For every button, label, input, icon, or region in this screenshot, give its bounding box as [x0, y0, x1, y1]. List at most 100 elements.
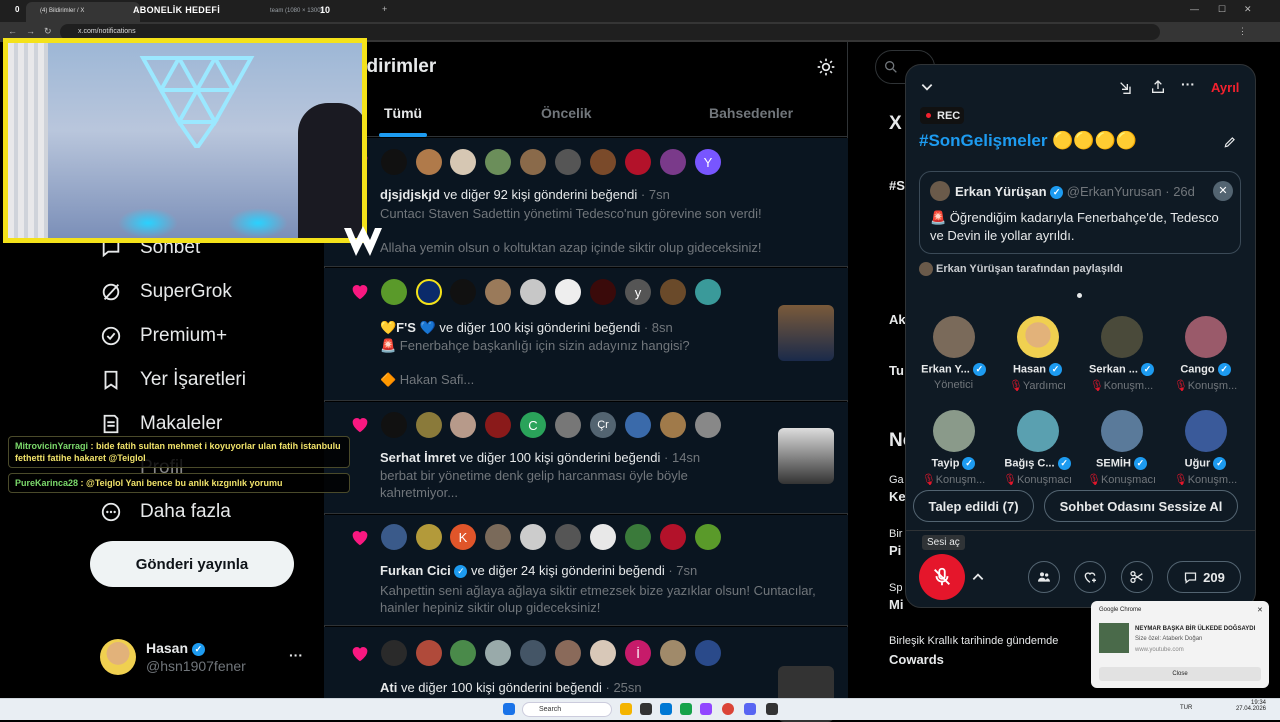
avatar[interactable] [555, 279, 581, 305]
avatar[interactable] [416, 640, 442, 666]
nav-premium[interactable]: Premium+ [100, 321, 227, 351]
close-icon[interactable]: ✕ [1213, 181, 1233, 201]
chrome-notification-toast[interactable]: Google Chrome ✕ NEYMAR BAŞKA BİR ÜLKEDE … [1091, 601, 1269, 688]
avatar[interactable] [485, 640, 511, 666]
comments-button[interactable]: 209 [1167, 561, 1241, 593]
nav-more[interactable]: Daha fazla [100, 497, 231, 527]
avatar[interactable]: K [450, 524, 476, 550]
tab-mentions[interactable]: Bahsedenler [709, 105, 793, 121]
unmute-mic-button[interactable] [919, 554, 965, 600]
speaker[interactable]: Uğur ✓ 🎙Konuşm... [1168, 410, 1243, 486]
avatar[interactable] [660, 279, 686, 305]
tab-all[interactable]: Tümü [384, 105, 422, 121]
avatar[interactable] [450, 412, 476, 438]
speaker[interactable]: SEMİH ✓ 🎙Konuşmacı [1084, 410, 1159, 486]
start-icon[interactable] [503, 703, 515, 715]
nav-articles[interactable]: Makaleler [100, 409, 222, 439]
speaker[interactable]: Erkan Y... ✓ Yönetici [916, 316, 991, 391]
avatar[interactable] [520, 640, 546, 666]
avatar[interactable]: Çr [590, 412, 616, 438]
avatar[interactable] [590, 279, 616, 305]
react-button[interactable] [1074, 561, 1106, 593]
speaker[interactable]: Tayip ✓ 🎙Konuşm... [916, 410, 991, 486]
avatar[interactable] [100, 639, 136, 675]
avatar[interactable] [381, 640, 407, 666]
leave-button[interactable]: Ayrıl [1211, 80, 1239, 95]
app-icon[interactable] [640, 703, 652, 715]
trend-snippet[interactable]: #S [889, 178, 905, 193]
avatar[interactable] [416, 412, 442, 438]
post-thumbnail[interactable] [778, 428, 834, 484]
avatar[interactable] [381, 524, 407, 550]
avatar[interactable] [416, 524, 442, 550]
maximize-icon[interactable]: ☐ [1218, 4, 1226, 15]
account-more-icon[interactable]: ··· [289, 647, 303, 663]
avatar[interactable] [416, 279, 442, 305]
tab-priority[interactable]: Öncelik [541, 105, 592, 121]
avatar[interactable] [450, 279, 476, 305]
avatar[interactable] [625, 412, 651, 438]
nav-bookmarks[interactable]: Yer İşaretleri [100, 365, 246, 395]
actor-name[interactable]: Ati [380, 680, 397, 695]
speaker[interactable]: Cango ✓ 🎙Konuşm... [1168, 316, 1243, 392]
notification-item[interactable]: Y djsjdjskjd ve diğer 92 kişi gönderini … [324, 138, 848, 267]
avatar[interactable] [695, 640, 721, 666]
avatar[interactable]: Y [695, 149, 721, 175]
speaker[interactable]: Bağış C... ✓ 🎙Konuşmacı [1000, 410, 1075, 486]
trend-snippet[interactable]: Ke [889, 489, 906, 504]
trend-snippet[interactable]: Ak [889, 312, 906, 327]
avatar[interactable] [590, 149, 616, 175]
avatar[interactable] [625, 149, 651, 175]
avatar[interactable] [660, 412, 686, 438]
trend-snippet[interactable]: Tu [889, 363, 904, 378]
more-options-icon[interactable]: ··· [1181, 76, 1195, 92]
post-thumbnail[interactable] [778, 305, 834, 361]
back-icon[interactable]: ← [8, 26, 17, 36]
notification-item[interactable]: C Çr Serhat İmret ve diğer 100 kişi gönd… [324, 402, 848, 514]
speaker[interactable]: Hasan ✓ 🎙Yardımcı [1000, 316, 1075, 392]
actor-name[interactable]: Serhat İmret [380, 450, 456, 465]
notification-item[interactable]: K Furkan Cici ✓ ve diğer 24 kişi gönderi… [324, 515, 848, 626]
actor-name[interactable]: djsjdjskjd [380, 187, 440, 202]
avatar[interactable] [450, 640, 476, 666]
settings-gear-icon[interactable] [816, 57, 836, 77]
avatar[interactable]: İ [625, 640, 651, 666]
app-icon[interactable] [744, 703, 756, 715]
minimize-space-icon[interactable] [1118, 80, 1134, 96]
toast-close-button[interactable]: Close [1099, 667, 1261, 681]
avatar[interactable] [695, 524, 721, 550]
avatar[interactable] [485, 412, 511, 438]
avatar[interactable] [520, 524, 546, 550]
avatar[interactable] [695, 279, 721, 305]
browser-menu-icon[interactable]: ⋮ [1238, 26, 1247, 37]
avatar[interactable] [416, 149, 442, 175]
app-icon[interactable] [680, 703, 692, 715]
people-button[interactable] [1028, 561, 1060, 593]
taskbar-search[interactable]: Search [522, 702, 612, 717]
actor-name[interactable]: Furkan Cici [380, 563, 451, 578]
trend-snippet[interactable]: Mi [889, 597, 903, 612]
pinned-author[interactable]: Erkan Yürüşan ✓ @ErkanYurusan · 26d [955, 184, 1195, 200]
trend-snippet[interactable]: Pi [889, 543, 901, 558]
avatar[interactable] [485, 279, 511, 305]
avatar[interactable] [590, 640, 616, 666]
chevron-up-icon[interactable] [971, 570, 985, 584]
avatar[interactable] [450, 149, 476, 175]
share-icon[interactable] [1150, 79, 1166, 95]
avatar[interactable] [555, 640, 581, 666]
trend-name[interactable]: Cowards [889, 652, 944, 667]
avatar[interactable] [625, 524, 651, 550]
avatar[interactable] [660, 524, 686, 550]
avatar[interactable] [660, 149, 686, 175]
avatar[interactable]: C [520, 412, 546, 438]
edit-icon[interactable] [1223, 135, 1237, 149]
account-switcher[interactable]: Hasan ✓ [146, 640, 205, 656]
close-icon[interactable]: ✕ [1257, 606, 1263, 614]
avatar[interactable] [381, 279, 407, 305]
post-button[interactable]: Gönderi yayınla [90, 541, 294, 587]
app-icon[interactable] [766, 703, 778, 715]
speaker[interactable]: Serkan ... ✓ 🎙Konuşm... [1084, 316, 1159, 392]
notification-item[interactable]: y 💛F'S 💙 ve diğer 100 kişi gönderini beğ… [324, 268, 848, 401]
avatar[interactable] [520, 279, 546, 305]
nav-supergrok[interactable]: SuperGrok [100, 277, 232, 307]
